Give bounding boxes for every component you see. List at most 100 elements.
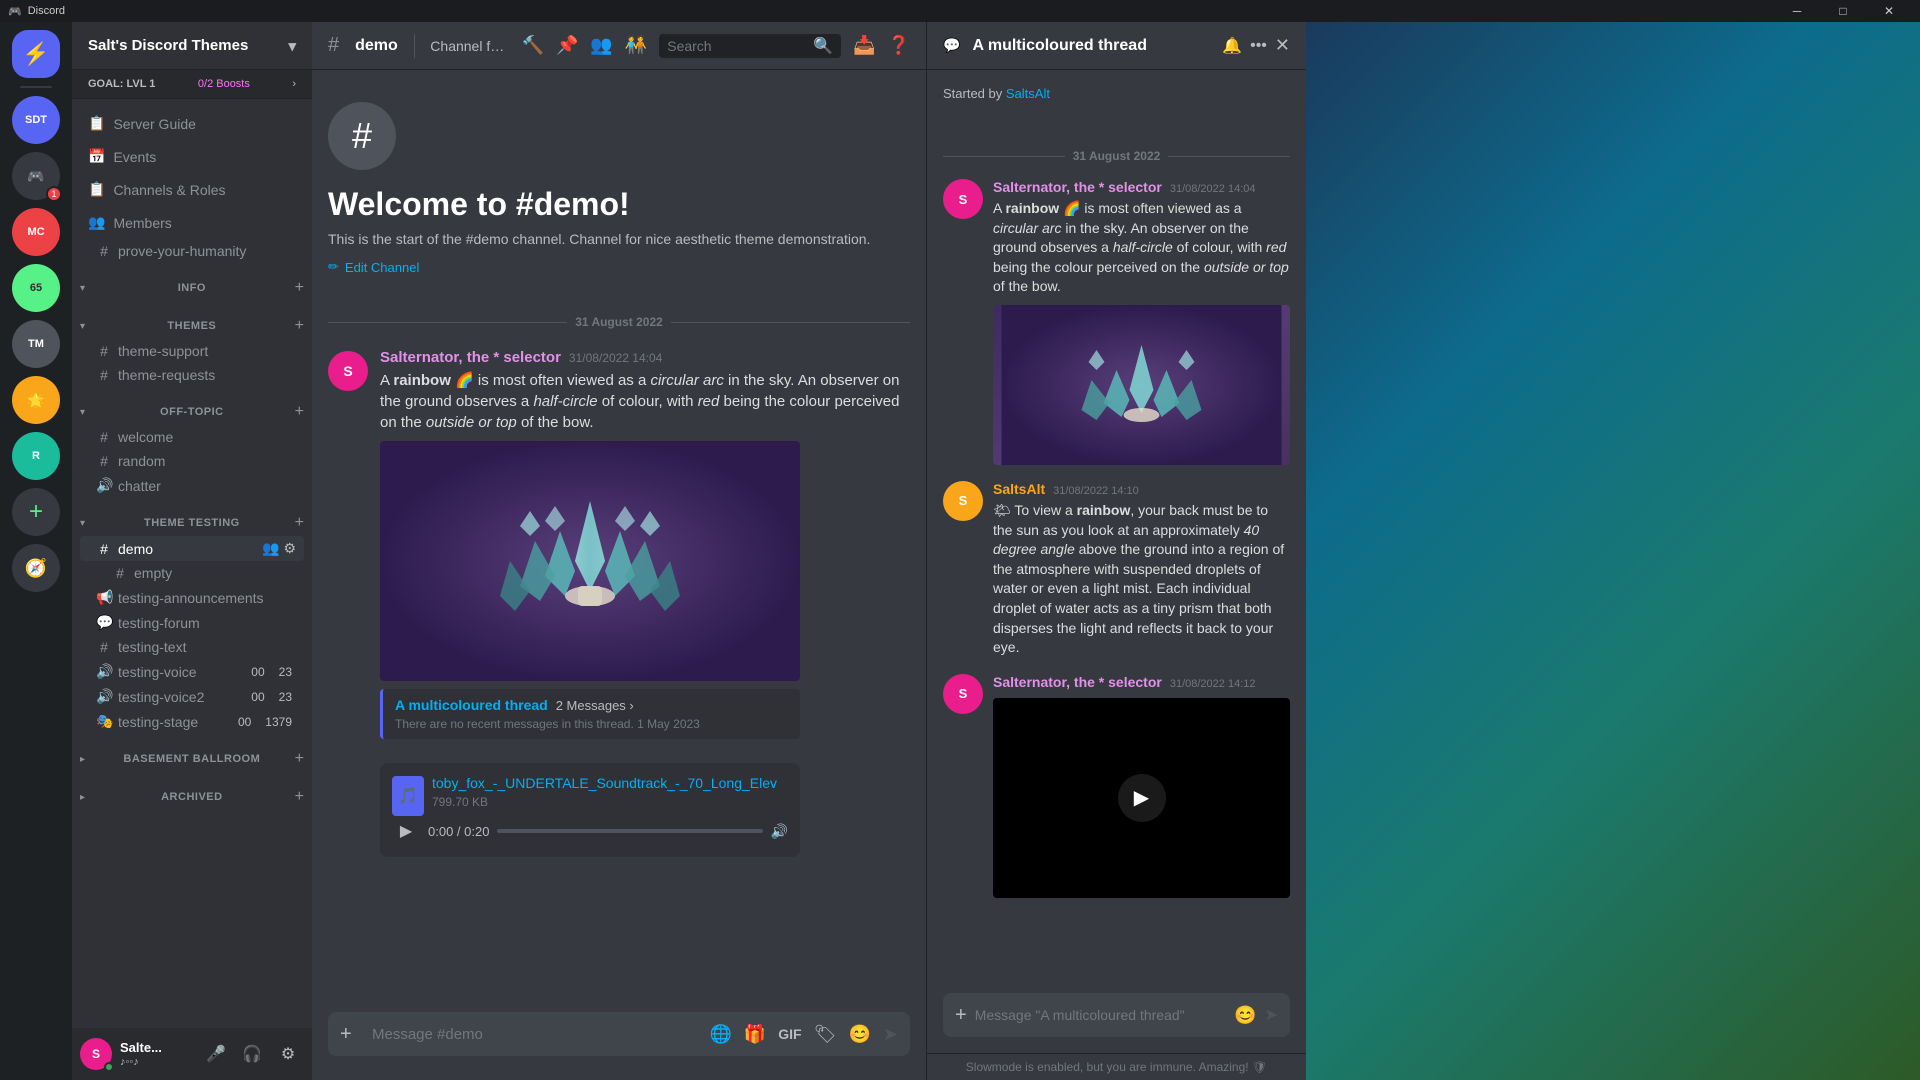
channel-theme-support[interactable]: # theme-support xyxy=(80,339,304,363)
channel-testing-announcements[interactable]: 📢 testing-announcements xyxy=(80,585,304,610)
thread-msg3-avatar[interactable]: S xyxy=(943,674,983,714)
thread-more-icon[interactable]: ••• xyxy=(1250,37,1267,55)
thread-msg2-author[interactable]: SaltsAlt xyxy=(993,481,1045,497)
server-icon-1[interactable]: SDT xyxy=(12,96,60,144)
channel-testing-voice2[interactable]: 🔊 testing-voice2 00 23 xyxy=(80,684,304,709)
channel-prove-humanity[interactable]: # prove-your-humanity xyxy=(80,239,304,263)
message-input[interactable] xyxy=(372,1015,701,1054)
server-icon-3[interactable]: MC xyxy=(12,208,60,256)
sidebar-item-events[interactable]: 📅 Events xyxy=(72,140,312,173)
sticker-icon[interactable]: 🏷 xyxy=(814,1024,837,1045)
thread-preview[interactable]: A multicoloured thread 2 Messages › Ther… xyxy=(380,689,800,739)
thread-emoji-icon[interactable]: 😊 xyxy=(1234,1005,1256,1026)
add-attachment-icon[interactable]: + xyxy=(340,1023,364,1046)
thread-bell-icon[interactable]: 🔔 xyxy=(1222,36,1242,56)
search-box[interactable]: 🔍 xyxy=(659,34,841,58)
basement-add-icon[interactable]: + xyxy=(295,750,304,768)
sidebar-item-members[interactable]: 👥 Members xyxy=(72,206,312,239)
minimize-button[interactable]: ─ xyxy=(1774,0,1820,22)
inbox-icon[interactable]: 📥 xyxy=(853,35,875,56)
category-archived[interactable]: ▸ ARCHIVED + xyxy=(72,772,312,810)
category-off-topic[interactable]: ▾ OFF-TOPIC + xyxy=(72,387,312,425)
mute-button[interactable]: 🎤 xyxy=(200,1038,232,1070)
audio-progress-bar[interactable] xyxy=(497,829,762,833)
thread-msg1-image[interactable] xyxy=(993,305,1290,465)
server-icon-2[interactable]: 🎮 1 xyxy=(12,152,60,200)
close-button[interactable]: ✕ xyxy=(1866,0,1912,22)
server-header[interactable]: Salt's Discord Themes ▾ xyxy=(72,22,312,70)
channel-chatter[interactable]: 🔊 chatter xyxy=(80,473,304,498)
home-server-icon[interactable]: ⚡ xyxy=(12,30,60,78)
audio-attachment[interactable]: 🎵 toby_fox_-_UNDERTALE_Soundtrack_-_70_L… xyxy=(380,763,800,857)
channel-testing-stage[interactable]: 🎭 testing-stage 00 1379 xyxy=(80,709,304,734)
channel-empty[interactable]: # empty xyxy=(80,561,304,585)
themes-add-icon[interactable]: + xyxy=(295,317,304,335)
thread-add-icon[interactable]: + xyxy=(955,1004,967,1027)
server-icon-6[interactable]: 🌟 xyxy=(12,376,60,424)
thread-tool-icon[interactable]: 🔨 xyxy=(522,35,544,56)
user-settings-button[interactable]: ⚙ xyxy=(272,1038,304,1070)
msg1-avatar[interactable]: S xyxy=(328,351,368,391)
boost-count[interactable]: 0/2 Boosts xyxy=(198,78,250,90)
boost-bar[interactable]: GOAL: LVL 1 0/2 Boosts › xyxy=(72,70,312,99)
channel-welcome[interactable]: # welcome xyxy=(80,425,304,449)
thread-messages-link[interactable]: 2 Messages › xyxy=(556,698,634,713)
maximize-button[interactable]: □ xyxy=(1820,0,1866,22)
channel-random[interactable]: # random xyxy=(80,449,304,473)
category-theme-testing[interactable]: ▾ THEME TESTING + xyxy=(72,498,312,536)
settings-action-icon[interactable]: ⚙ xyxy=(283,540,296,557)
category-info[interactable]: ▾ INFO + xyxy=(72,263,312,301)
thread-name-link[interactable]: A multicoloured thread xyxy=(395,697,548,713)
gif-icon[interactable]: GIF xyxy=(778,1026,801,1042)
msg1-author[interactable]: Salternator, the * selector xyxy=(380,349,561,366)
titlebar-controls: ─ □ ✕ xyxy=(1774,0,1912,22)
thread-send-icon[interactable]: ➤ xyxy=(1265,1005,1278,1025)
emoji-icon[interactable]: 😊 xyxy=(848,1024,870,1045)
edit-channel-button[interactable]: ✏ Edit Channel xyxy=(328,259,419,275)
category-add-icon[interactable]: + xyxy=(295,279,304,297)
thread-message-input[interactable] xyxy=(975,996,1226,1034)
archived-add-icon[interactable]: + xyxy=(295,788,304,806)
slowmode-text: Slowmode is enabled, but you are immune.… xyxy=(966,1060,1267,1074)
thread-close-icon[interactable]: ✕ xyxy=(1275,35,1290,56)
members-list-icon[interactable]: 🧑‍🤝‍🧑 xyxy=(625,35,647,56)
category-basement-ballroom[interactable]: ▸ BASEMENT BALLROOM + xyxy=(72,734,312,772)
thread-msg2-avatar[interactable]: S xyxy=(943,481,983,521)
server-icon-5[interactable]: TM xyxy=(12,320,60,368)
thread-msg1-author[interactable]: Salternator, the * selector xyxy=(993,179,1162,195)
channel-testing-forum[interactable]: 💬 testing-forum xyxy=(80,610,304,635)
msg1-image[interactable] xyxy=(380,441,800,681)
started-by-user[interactable]: SaltsAlt xyxy=(1006,86,1050,101)
add-members-icon[interactable]: 👥 xyxy=(590,35,612,56)
translate-icon[interactable]: 🌐 xyxy=(709,1024,731,1045)
channel-testing-text[interactable]: # testing-text xyxy=(80,635,304,659)
channel-theme-requests[interactable]: # theme-requests xyxy=(80,363,304,387)
explore-servers-icon[interactable]: 🧭 xyxy=(12,544,60,592)
thread-video-player[interactable]: ▶ xyxy=(993,698,1290,898)
members-action-icon[interactable]: 👥 xyxy=(262,540,279,557)
server-icon-4[interactable]: 65 xyxy=(12,264,60,312)
play-button[interactable]: ▶ xyxy=(392,817,420,845)
search-input[interactable] xyxy=(667,38,807,54)
theme-testing-add-icon[interactable]: + xyxy=(295,514,304,532)
voice-count-badge: 00 xyxy=(247,665,268,679)
sidebar-item-server-guide[interactable]: 📋 Server Guide xyxy=(72,107,312,140)
voice-user-badge: 23 xyxy=(275,665,296,679)
thread-msg3-author[interactable]: Salternator, the * selector xyxy=(993,674,1162,690)
add-server-icon[interactable]: + xyxy=(12,488,60,536)
category-themes[interactable]: ▾ THEMES + xyxy=(72,301,312,339)
deafen-button[interactable]: 🎧 xyxy=(236,1038,268,1070)
help-icon[interactable]: ❓ xyxy=(888,35,910,56)
video-play-button[interactable]: ▶ xyxy=(1118,774,1166,822)
pin-icon[interactable]: 📌 xyxy=(556,35,578,56)
user-avatar[interactable]: S xyxy=(80,1038,112,1070)
channel-demo[interactable]: # demo 👥 ⚙ xyxy=(80,536,304,561)
volume-icon[interactable]: 🔊 xyxy=(771,823,788,840)
off-topic-add-icon[interactable]: + xyxy=(295,403,304,421)
thread-msg1-avatar[interactable]: S xyxy=(943,179,983,219)
server-icon-7[interactable]: R xyxy=(12,432,60,480)
sidebar-item-channels-roles[interactable]: 📋 Channels & Roles xyxy=(72,173,312,206)
send-icon[interactable]: ➤ xyxy=(883,1024,898,1045)
gift-icon[interactable]: 🎁 xyxy=(744,1024,766,1045)
channel-testing-voice[interactable]: 🔊 testing-voice 00 23 xyxy=(80,659,304,684)
